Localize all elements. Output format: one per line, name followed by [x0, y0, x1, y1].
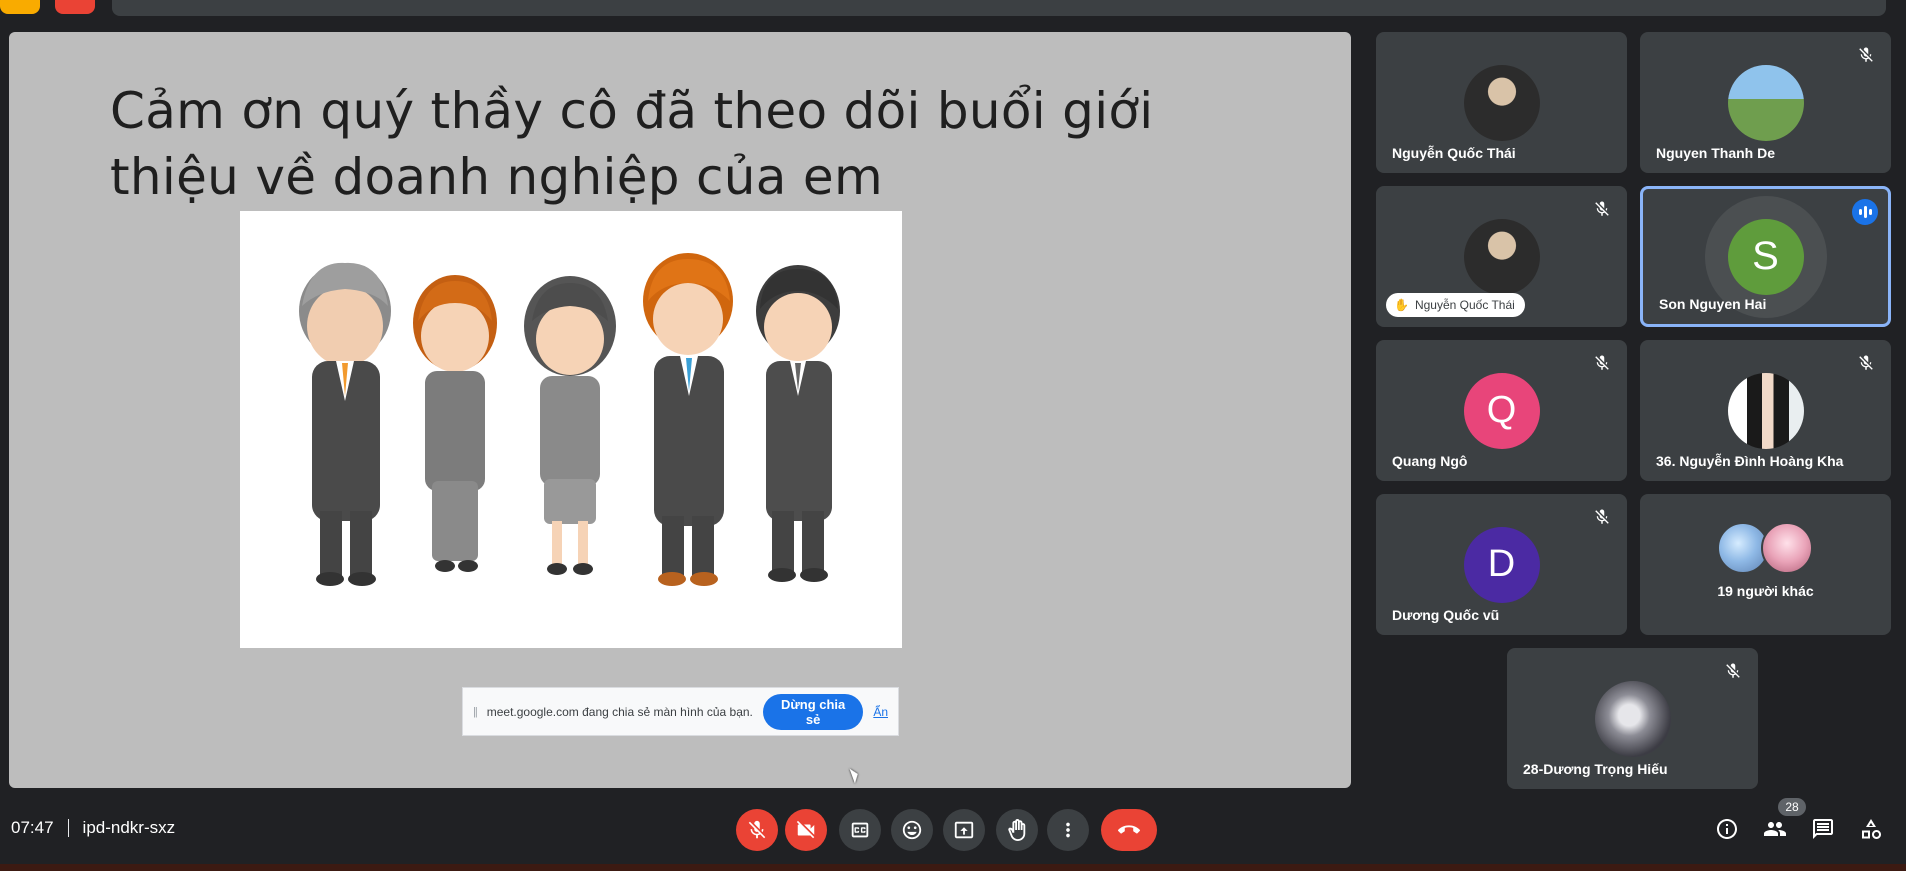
participant-name: 28-Dương Trọng Hiếu [1523, 761, 1668, 777]
mouse-cursor-icon [849, 766, 861, 784]
slide-title: Cảm ơn quý thầy cô đã theo dõi buổi giới… [110, 82, 1154, 206]
avatar-initial: S [1727, 218, 1804, 295]
screen-share-banner: || meet.google.com đang chia sẻ màn hình… [462, 687, 899, 736]
participant-tile[interactable]: 28-Dương Trọng Hiếu [1507, 648, 1758, 789]
people-button[interactable] [1760, 814, 1790, 844]
hand-icon [1008, 819, 1026, 841]
emoji-icon [902, 820, 922, 840]
stop-sharing-button[interactable]: Dừng chia sẻ [762, 693, 864, 730]
speaking-indicator-icon [1852, 199, 1878, 225]
participant-name: Quang Ngô [1392, 453, 1468, 469]
participant-tile[interactable]: ✋ Nguyễn Quốc Thái [1376, 186, 1627, 327]
avatar [1463, 64, 1540, 141]
mic-off-icon [1726, 663, 1740, 678]
avatar [1594, 680, 1671, 757]
participant-tile-active[interactable]: S Son Nguyen Hai [1640, 186, 1891, 327]
participant-tile[interactable]: Nguyễn Quốc Thái [1376, 32, 1627, 173]
others-count-label: 19 người khác [1717, 583, 1814, 599]
taskbar-strip [0, 864, 1906, 871]
avatar [1727, 64, 1804, 141]
divider [67, 819, 69, 837]
recording-icon[interactable] [55, 0, 95, 14]
hand-icon: ✋ [1394, 298, 1409, 312]
participant-name: Dương Quốc vũ [1392, 607, 1500, 623]
mic-off-icon [1595, 509, 1609, 524]
participant-tile[interactable]: Nguyen Thanh De [1640, 32, 1891, 173]
bowing-people-illustration [240, 211, 902, 648]
participant-name: Son Nguyen Hai [1659, 296, 1767, 312]
raise-hand-button[interactable] [996, 809, 1038, 851]
activities-button[interactable] [1856, 814, 1886, 844]
top-strip [0, 0, 1906, 20]
avatar-initial: D [1487, 543, 1516, 585]
mic-off-icon [1859, 355, 1873, 370]
meeting-code: ipd-ndkr-sxz [82, 818, 176, 837]
warning-icon[interactable] [0, 0, 40, 14]
presentation-stage: Cảm ơn quý thầy cô đã theo dõi buổi giới… [9, 32, 1351, 788]
meeting-time: 07:47 [11, 818, 54, 837]
more-options-button[interactable] [1047, 809, 1089, 851]
activities-icon [1862, 819, 1881, 839]
avatar [1760, 522, 1813, 574]
hide-banner-link[interactable]: Ẩn [873, 705, 888, 719]
end-call-icon [1118, 825, 1140, 834]
participant-tile[interactable]: D Dương Quốc vũ [1376, 494, 1627, 635]
participant-tile[interactable]: Q Quang Ngô [1376, 340, 1627, 481]
participant-name: 36. Nguyễn Đình Hoàng Kha [1656, 453, 1844, 469]
other-participants-tile[interactable]: 19 người khác [1640, 494, 1891, 635]
camera-off-icon [796, 820, 815, 839]
chat-icon [1813, 819, 1833, 839]
presenting-pill: ✋ Nguyễn Quốc Thái [1386, 293, 1525, 317]
mic-off-icon [1595, 201, 1609, 216]
camera-toggle-button[interactable] [785, 809, 827, 851]
presenting-name: Nguyễn Quốc Thái [1414, 298, 1515, 312]
mic-toggle-button[interactable] [736, 809, 778, 851]
avatar [1727, 372, 1804, 449]
mic-off-icon [1859, 47, 1873, 62]
chat-button[interactable] [1808, 814, 1838, 844]
avatar [1463, 218, 1540, 295]
participant-name: Nguyen Thanh De [1656, 145, 1776, 161]
participant-tile[interactable]: 36. Nguyễn Đình Hoàng Kha [1640, 340, 1891, 481]
present-screen-button[interactable] [943, 809, 985, 851]
captions-button[interactable] [839, 809, 881, 851]
others-avatar-stack [1716, 522, 1815, 574]
avatar: Q [1463, 372, 1540, 449]
mic-off-icon [748, 820, 766, 839]
avatar-initial: Q [1486, 389, 1517, 431]
control-bar: 07:47 ipd-ndkr-sxz 28 [0, 798, 1906, 860]
meeting-details-button[interactable] [1712, 814, 1742, 844]
emoji-reaction-button[interactable] [891, 809, 933, 851]
participant-name: Nguyễn Quốc Thái [1392, 145, 1516, 161]
mic-off-icon [1595, 355, 1609, 370]
leave-call-button[interactable] [1101, 809, 1157, 851]
drag-handle-icon[interactable]: || [473, 706, 478, 718]
share-message: meet.google.com đang chia sẻ màn hình củ… [486, 704, 753, 719]
info-icon [1717, 819, 1737, 839]
people-icon [1764, 822, 1786, 836]
top-tab-bar[interactable] [112, 0, 1886, 16]
meeting-info: 07:47 ipd-ndkr-sxz [11, 818, 175, 838]
captions-icon [851, 822, 869, 838]
avatar: D [1463, 526, 1540, 603]
more-options-icon [1066, 822, 1070, 838]
present-icon [954, 821, 974, 839]
